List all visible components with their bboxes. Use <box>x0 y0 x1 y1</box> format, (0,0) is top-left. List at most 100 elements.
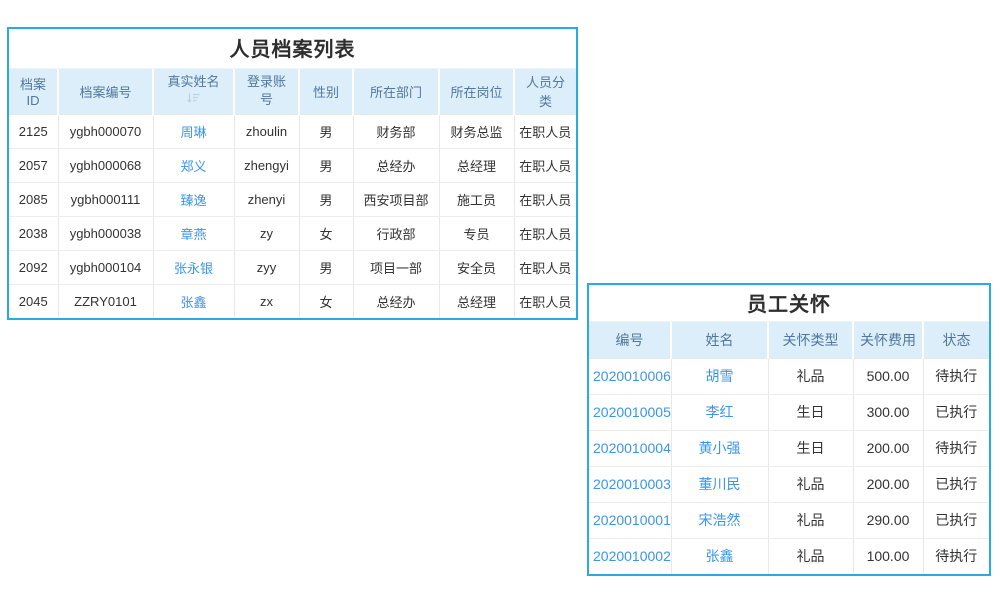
cell-archive-id: 2057 <box>9 148 58 182</box>
care-name-link[interactable]: 张鑫 <box>706 548 734 564</box>
cell-real-name: 章燕 <box>153 216 234 250</box>
th-archive-no: 档案编号 <box>58 69 153 114</box>
care-name-link[interactable]: 胡雪 <box>706 368 734 384</box>
cell-care-type: 生日 <box>768 394 853 430</box>
cell-department: 项目一部 <box>353 250 439 284</box>
care-number-link[interactable]: 2020010005 <box>593 404 671 420</box>
cell-archive-no: ZZRY0101 <box>58 284 153 318</box>
th-gender: 性别 <box>299 69 353 114</box>
cell-login-account: zx <box>234 284 299 318</box>
cell-care-cost: 200.00 <box>853 466 923 502</box>
cell-care-cost: 200.00 <box>853 430 923 466</box>
cell-archive-no: ygbh000038 <box>58 216 153 250</box>
cell-archive-no: ygbh000070 <box>58 114 153 148</box>
th-status: 状态 <box>923 322 989 358</box>
care-name-link[interactable]: 宋浩然 <box>699 512 741 528</box>
cell-category: 在职人员 <box>514 284 576 318</box>
cell-number: 2020010006 <box>589 358 671 394</box>
th-real-name-label: 真实姓名 <box>167 74 219 91</box>
cell-gender: 女 <box>299 284 353 318</box>
cell-department: 总经办 <box>353 284 439 318</box>
personnel-header-row: 档案ID 档案编号 真实姓名 登录账号 性别 所在部 <box>9 69 576 114</box>
cell-archive-no: ygbh000104 <box>58 250 153 284</box>
cell-name: 宋浩然 <box>671 502 768 538</box>
personnel-archive-panel: 人员档案列表 档案ID 档案编号 真实姓名 <box>7 27 578 320</box>
cell-login-account: zhenyi <box>234 182 299 216</box>
cell-number: 2020010002 <box>589 538 671 574</box>
th-care-type: 关怀类型 <box>768 322 853 358</box>
care-name-link[interactable]: 李红 <box>706 404 734 420</box>
sort-icon[interactable] <box>187 92 200 109</box>
cell-archive-id: 2085 <box>9 182 58 216</box>
cell-real-name: 张永银 <box>153 250 234 284</box>
cell-number: 2020010005 <box>589 394 671 430</box>
cell-care-type: 礼品 <box>768 466 853 502</box>
cell-name: 张鑫 <box>671 538 768 574</box>
table-row: 2020010006 胡雪 礼品 500.00 待执行 <box>589 358 989 394</box>
care-number-link[interactable]: 2020010001 <box>593 512 671 528</box>
th-login-account: 登录账号 <box>234 69 299 114</box>
status-cell: 已执行 <box>923 466 989 502</box>
employee-care-title: 员工关怀 <box>589 285 989 322</box>
care-number-link[interactable]: 2020010006 <box>593 368 671 384</box>
table-row: 2038 ygbh000038 章燕 zy 女 行政部 专员 在职人员 <box>9 216 576 250</box>
table-row: 2020010004 黄小强 生日 200.00 待执行 <box>589 430 989 466</box>
employee-name-link[interactable]: 章燕 <box>180 227 206 242</box>
cell-name: 董川民 <box>671 466 768 502</box>
cell-care-cost: 290.00 <box>853 502 923 538</box>
cell-login-account: zyy <box>234 250 299 284</box>
cell-real-name: 郑义 <box>153 148 234 182</box>
cell-name: 胡雪 <box>671 358 768 394</box>
care-header-row: 编号 姓名 关怀类型 关怀费用 状态 <box>589 322 989 358</box>
cell-department: 总经办 <box>353 148 439 182</box>
cell-archive-no: ygbh000111 <box>58 182 153 216</box>
cell-login-account: zy <box>234 216 299 250</box>
personnel-archive-table: 档案ID 档案编号 真实姓名 登录账号 性别 所在部 <box>9 69 576 318</box>
employee-name-link[interactable]: 郑义 <box>180 159 206 174</box>
th-care-cost: 关怀费用 <box>853 322 923 358</box>
cell-category: 在职人员 <box>514 148 576 182</box>
cell-login-account: zhengyi <box>234 148 299 182</box>
cell-care-type: 礼品 <box>768 502 853 538</box>
th-number: 编号 <box>589 322 671 358</box>
care-name-link[interactable]: 黄小强 <box>699 440 741 456</box>
th-category: 人员分类 <box>514 69 576 114</box>
th-department: 所在部门 <box>353 69 439 114</box>
cell-care-cost: 500.00 <box>853 358 923 394</box>
cell-gender: 男 <box>299 182 353 216</box>
employee-name-link[interactable]: 周琳 <box>180 125 206 140</box>
cell-department: 行政部 <box>353 216 439 250</box>
cell-care-type: 礼品 <box>768 358 853 394</box>
cell-gender: 男 <box>299 148 353 182</box>
cell-number: 2020010003 <box>589 466 671 502</box>
cell-position: 专员 <box>439 216 514 250</box>
employee-name-link[interactable]: 张永银 <box>174 261 213 276</box>
table-row: 2085 ygbh000111 臻逸 zhenyi 男 西安项目部 施工员 在职… <box>9 182 576 216</box>
care-number-link[interactable]: 2020010002 <box>593 548 671 564</box>
cell-name: 黄小强 <box>671 430 768 466</box>
cell-archive-id: 2092 <box>9 250 58 284</box>
employee-care-table: 编号 姓名 关怀类型 关怀费用 状态 2020010006 胡雪 礼品 500.… <box>589 322 989 574</box>
table-row: 2045 ZZRY0101 张鑫 zx 女 总经办 总经理 在职人员 <box>9 284 576 318</box>
employee-name-link[interactable]: 臻逸 <box>180 193 206 208</box>
cell-gender: 男 <box>299 250 353 284</box>
care-name-link[interactable]: 董川民 <box>699 476 741 492</box>
cell-position: 施工员 <box>439 182 514 216</box>
cell-number: 2020010001 <box>589 502 671 538</box>
cell-archive-id: 2125 <box>9 114 58 148</box>
th-name: 姓名 <box>671 322 768 358</box>
table-row: 2057 ygbh000068 郑义 zhengyi 男 总经办 总经理 在职人… <box>9 148 576 182</box>
cell-position: 安全员 <box>439 250 514 284</box>
cell-position: 财务总监 <box>439 114 514 148</box>
th-real-name[interactable]: 真实姓名 <box>153 69 234 114</box>
cell-gender: 女 <box>299 216 353 250</box>
cell-department: 西安项目部 <box>353 182 439 216</box>
employee-name-link[interactable]: 张鑫 <box>180 295 206 310</box>
cell-real-name: 周琳 <box>153 114 234 148</box>
cell-gender: 男 <box>299 114 353 148</box>
cell-archive-no: ygbh000068 <box>58 148 153 182</box>
cell-care-cost: 300.00 <box>853 394 923 430</box>
care-number-link[interactable]: 2020010003 <box>593 476 671 492</box>
cell-archive-id: 2038 <box>9 216 58 250</box>
care-number-link[interactable]: 2020010004 <box>593 440 671 456</box>
